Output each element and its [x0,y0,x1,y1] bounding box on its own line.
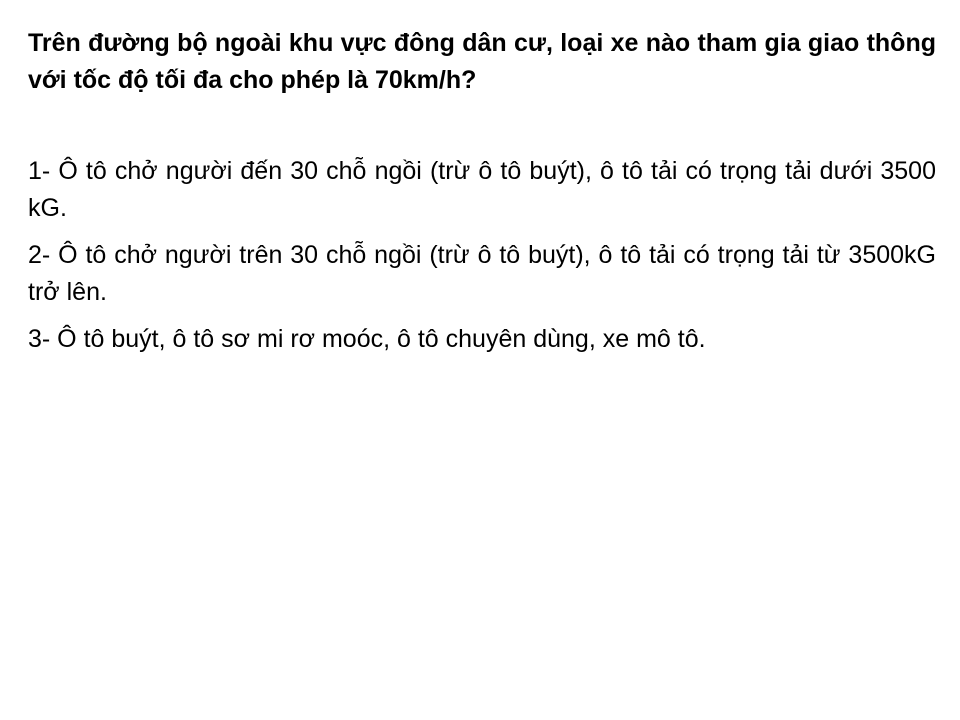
slide: Trên đường bộ ngoài khu vực đông dân cư,… [0,0,960,720]
answer-option-2: 2- Ô tô chở người trên 30 chỗ ngồi (trừ … [28,241,936,306]
answer-list: 1- Ô tô chở người đến 30 chỗ ngồi (trừ ô… [28,153,936,368]
answer-option-3: 3- Ô tô buýt, ô tô sơ mi rơ moóc, ô tô c… [28,325,706,353]
question-text: Trên đường bộ ngoài khu vực đông dân cư,… [28,29,936,94]
answer-option-1: 1- Ô tô chở người đến 30 chỗ ngồi (trừ ô… [28,157,936,222]
